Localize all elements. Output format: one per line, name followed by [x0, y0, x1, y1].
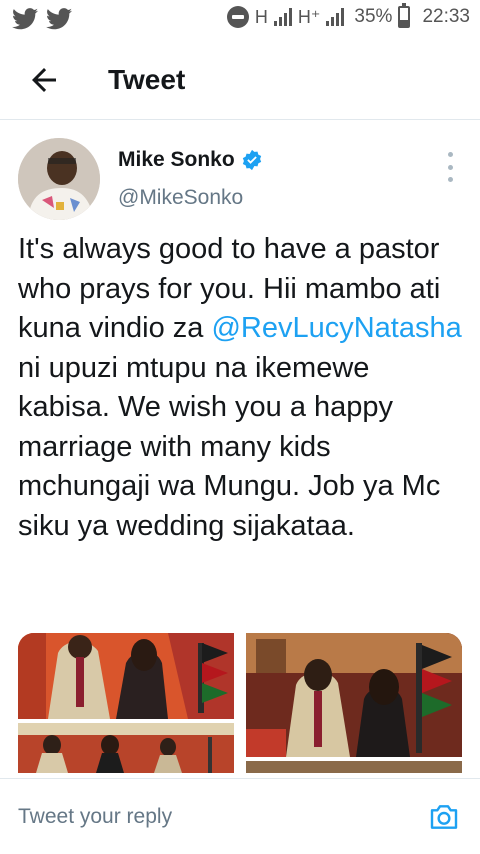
reply-input[interactable]: Tweet your reply: [18, 805, 172, 829]
verified-badge-icon: [242, 149, 261, 171]
network-type-1: H: [254, 6, 268, 27]
tweet-text: It's always good to have a pastor who pr…: [18, 230, 468, 546]
mention-link[interactable]: @RevLucyNatasha: [211, 312, 461, 344]
twitter-icon: [46, 8, 72, 30]
author-name[interactable]: Mike Sonko: [118, 148, 263, 172]
tweet-header: Tweet: [0, 40, 480, 120]
battery-percent: 35%: [354, 6, 393, 27]
avatar[interactable]: [18, 138, 100, 220]
media-photo[interactable]: [18, 723, 234, 773]
reply-bar: Tweet your reply: [0, 778, 480, 854]
clock: 22:33: [422, 6, 470, 27]
system-status: H H⁺ 35% 22:33: [226, 3, 470, 28]
network-type-2: H⁺: [297, 6, 321, 27]
battery-icon: [398, 3, 411, 28]
tweet-media-grid: [18, 633, 462, 773]
media-photo[interactable]: [246, 761, 462, 773]
twitter-icon: [12, 8, 38, 30]
camera-icon[interactable]: [428, 801, 460, 833]
tweet-text-part: ni upuzi mtupu na ikemewe kabisa. We wis…: [18, 351, 441, 542]
page-title: Tweet: [108, 64, 186, 95]
signal-strength-icon: [326, 8, 345, 26]
more-options-icon[interactable]: [444, 152, 456, 182]
author-handle[interactable]: @MikeSonko: [118, 186, 243, 210]
author-name-text[interactable]: Mike Sonko: [118, 148, 235, 172]
notification-icons: [12, 8, 72, 30]
do-not-disturb-icon: [226, 6, 249, 28]
arrow-left-icon[interactable]: [26, 62, 62, 98]
media-photo[interactable]: [246, 633, 462, 757]
status-bar: H H⁺ 35% 22:33: [0, 0, 480, 40]
signal-strength-icon: [273, 8, 292, 26]
media-photo[interactable]: [18, 633, 234, 719]
